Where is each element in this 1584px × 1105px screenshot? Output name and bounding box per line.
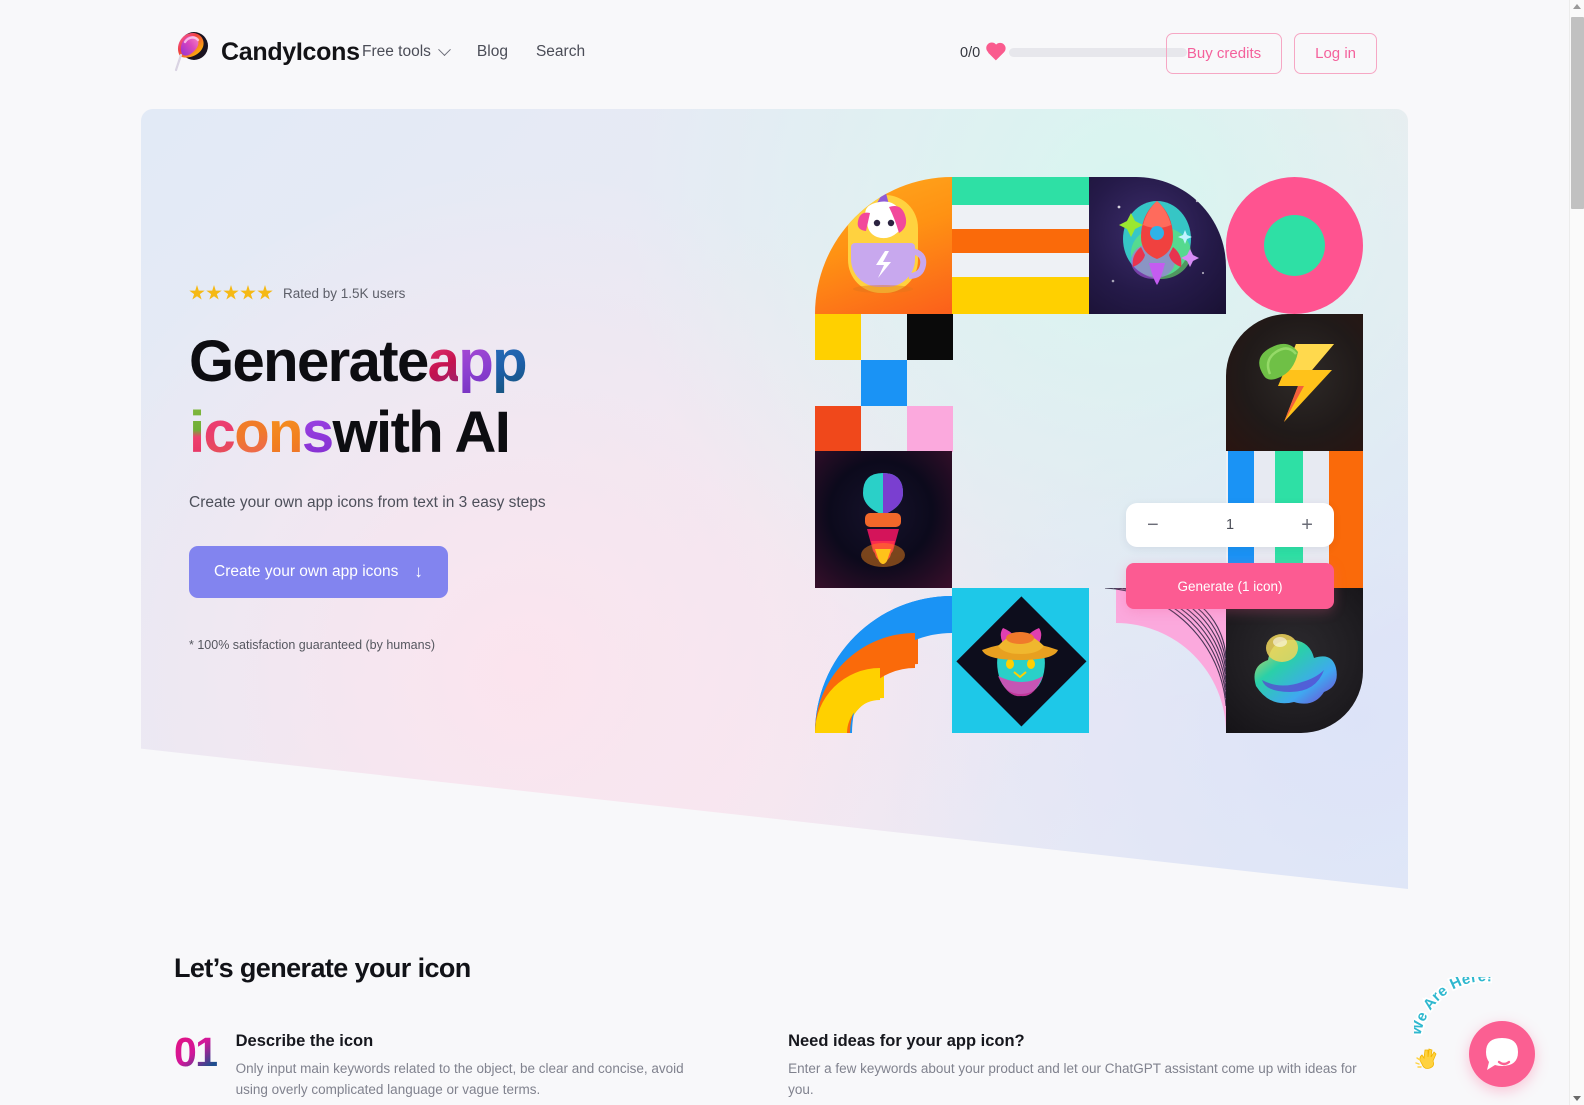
- nav-item-label: Search: [535, 43, 586, 60]
- square-black: [907, 314, 953, 360]
- scroll-down-arrow-icon[interactable]: [1573, 1096, 1581, 1101]
- headline-letter-p1: p: [458, 327, 493, 398]
- buy-credits-button[interactable]: Buy credits: [1165, 33, 1283, 74]
- headline-letter-c: c: [204, 398, 236, 469]
- quantity-value: 1: [1225, 517, 1235, 533]
- icon-mosaic: − 1 + Generate (1 icon): [815, 177, 1363, 733]
- ideas-title: Need ideas for your app icon?: [788, 1032, 1025, 1050]
- credits-progress-bar: [1009, 48, 1188, 57]
- square-yellow: [815, 314, 861, 360]
- star-icon: [189, 285, 205, 300]
- headline-letter-a: a: [428, 327, 460, 398]
- credits-meter: 0/0: [960, 43, 1188, 62]
- lamp-icon-tile: [815, 451, 952, 588]
- header-actions: Buy credits Log in: [1165, 33, 1377, 74]
- quantity-stepper: − 1 +: [1126, 503, 1334, 547]
- chat-widget[interactable]: We Are Here!: [1411, 977, 1541, 1095]
- icon-generator-widget: − 1 + Generate (1 icon): [1126, 503, 1334, 611]
- nav-item-label: Blog: [476, 43, 508, 60]
- increment-button[interactable]: +: [1299, 515, 1315, 535]
- nav-item-label: Free tools: [362, 43, 431, 60]
- generate-button[interactable]: Generate (1 icon): [1126, 563, 1334, 609]
- candy-swirl-logo-icon: [172, 30, 210, 74]
- arrow-down-icon: ↓: [414, 562, 423, 581]
- nav-item-blog[interactable]: Blog: [477, 43, 508, 61]
- square-orange: [815, 406, 861, 452]
- log-in-button[interactable]: Log in: [1294, 33, 1377, 74]
- headline-letter-n: n: [268, 398, 303, 469]
- headline-plain-2: with AI: [332, 399, 511, 465]
- section-title: Let’s generate your icon: [174, 953, 471, 983]
- chat-bubble-icon[interactable]: [1469, 1021, 1535, 1087]
- brand-name: CandyIcons: [221, 37, 360, 66]
- donut-hole: [1264, 215, 1325, 276]
- star-icon: [206, 285, 222, 300]
- steps-columns: 01 Describe the icon Only input main key…: [174, 1032, 1384, 1101]
- leaf-bolt-icon-tile: [1226, 314, 1363, 451]
- nav-item-search[interactable]: Search: [536, 43, 585, 61]
- star-icon: [240, 285, 256, 300]
- site-header: CandyIcons Free tools Blog Search 0/0 Bu…: [0, 0, 1569, 108]
- scroll-up-arrow-icon[interactable]: [1573, 4, 1581, 9]
- step-number: 01: [174, 1032, 218, 1101]
- step-item: 01 Describe the icon Only input main key…: [174, 1032, 788, 1101]
- main-nav: Free tools Blog Search: [362, 42, 585, 61]
- hero-subtitle: Create your own app icons from text in 3…: [189, 493, 546, 511]
- guarantee-note: * 100% satisfaction guaranteed (by human…: [189, 637, 435, 652]
- star-icon: [257, 285, 273, 300]
- headline-letter-p2: p: [492, 327, 527, 398]
- headline-letter-i: i: [189, 398, 205, 469]
- nav-item-free-tools[interactable]: Free tools: [362, 42, 451, 61]
- steps-section: Let’s generate your icon 01 Describe the…: [174, 953, 1384, 1101]
- hero-section: Rated by 1.5K users Generate app icons wi…: [141, 109, 1408, 889]
- star-rating: [189, 285, 273, 301]
- donut-shape-tile: [1226, 177, 1363, 314]
- cta-label: Create your own app icons: [214, 562, 399, 580]
- page-title: Generate app icons with AI: [189, 327, 789, 469]
- rating-block: Rated by 1.5K users: [189, 285, 789, 301]
- cat-hat-icon-tile: [952, 588, 1089, 733]
- chevron-down-icon: [438, 42, 451, 56]
- rocket-icon-tile: [1089, 177, 1226, 314]
- decrement-button[interactable]: −: [1145, 515, 1161, 535]
- scrollbar-thumb[interactable]: [1571, 17, 1584, 209]
- step-text: Describe the icon Only input main keywor…: [236, 1032, 716, 1101]
- brand-logo-link[interactable]: CandyIcons: [172, 30, 360, 74]
- hero-copy: Rated by 1.5K users Generate app icons wi…: [189, 285, 789, 652]
- rainbow-arc-tile: [815, 588, 952, 733]
- unicorn-cup-icon-tile: [815, 177, 952, 314]
- create-icons-cta-button[interactable]: Create your own app icons ↓: [189, 545, 448, 598]
- star-icon: [223, 285, 239, 300]
- heart-icon: [985, 43, 1006, 62]
- step-description: Only input main keywords related to the …: [235, 1061, 684, 1097]
- ideas-panel: Need ideas for your app icon? Enter a fe…: [788, 1032, 1384, 1101]
- waving-hand-icon: [1414, 1044, 1442, 1077]
- headline-letter-o: o: [234, 398, 269, 469]
- ideas-description: Enter a few keywords about your product …: [788, 1061, 1357, 1097]
- square-blue: [861, 360, 907, 406]
- headline-letter-s: s: [302, 398, 334, 469]
- credits-count: 0/0: [960, 44, 981, 61]
- headline-plain-1: Generate: [189, 329, 429, 394]
- page-root: CandyIcons Free tools Blog Search 0/0 Bu…: [0, 0, 1584, 1105]
- rating-text: Rated by 1.5K users: [283, 285, 406, 301]
- step-title: Describe the icon: [235, 1032, 374, 1050]
- page-scrollbar[interactable]: [1569, 0, 1584, 1105]
- square-pink: [907, 406, 953, 452]
- horizontal-stripes-tile: [952, 177, 1089, 314]
